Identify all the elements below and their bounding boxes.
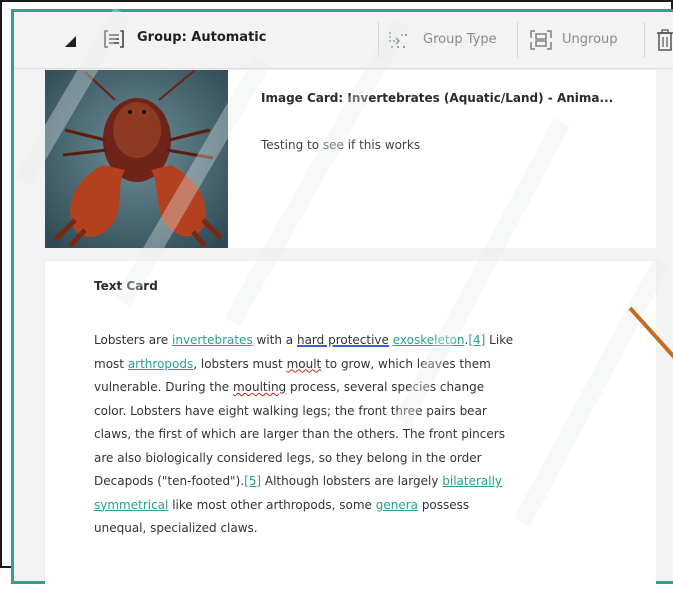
image-card-title: Image Card: Invertebrates (Aquatic/Land)… — [261, 91, 614, 105]
body-line: color. Lobsters have eight walking legs;… — [94, 403, 487, 418]
body-text: Decapods ("ten-footed"). — [94, 474, 245, 488]
link-bilaterally-symmetrical[interactable]: symmetrical — [94, 498, 168, 512]
body-line: Decapods ("ten-footed").[5] Although lob… — [94, 470, 614, 494]
ungroup-icon — [530, 30, 552, 50]
body-line: most arthropods, lobsters must moult to … — [94, 353, 614, 377]
body-text: possess — [418, 497, 470, 512]
trash-icon[interactable] — [656, 29, 673, 51]
reference-link-4[interactable]: [4] — [468, 333, 485, 347]
link-arthropods[interactable]: arthropods — [128, 357, 193, 371]
body-line: symmetrical like most other arthropods, … — [94, 494, 614, 518]
toolbar-divider — [644, 22, 645, 58]
body-line: Lobsters are invertebrates with a hard p… — [94, 329, 614, 353]
link-exoskeleton[interactable]: exoskeleton — [393, 333, 465, 347]
text-card-title: Text Card — [94, 279, 158, 293]
body-text: with a — [252, 333, 297, 347]
group-type-icon — [389, 32, 408, 48]
group-type-button[interactable]: Group Type — [379, 12, 517, 68]
body-text: , lobsters must — [193, 356, 287, 371]
image-card-subtitle: Testing to see if this works — [261, 138, 421, 152]
group-toolbar: Group: Automatic Group Type Ungroup — [14, 12, 673, 69]
spelling-flag-text: moulting — [232, 380, 287, 394]
group-title: Group: Automatic — [137, 30, 267, 45]
lobster-photo — [45, 70, 228, 248]
body-text: to grow, which leaves them — [321, 356, 491, 371]
grammar-flag-text: hard protective — [296, 333, 389, 347]
body-line: vulnerable. During the moulting process,… — [94, 376, 614, 400]
body-line: claws, the first of which are larger tha… — [94, 427, 505, 441]
link-bilaterally-symmetrical[interactable]: bilaterally — [442, 474, 502, 488]
group-type-label: Group Type — [423, 32, 497, 47]
body-text: Like — [485, 333, 514, 347]
body-text: most — [94, 356, 128, 371]
body-text: Although lobsters are largely — [261, 474, 443, 488]
body-line: unequal, specialized claws. — [94, 521, 258, 535]
body-text: Lobsters are — [94, 333, 172, 347]
reference-link-5[interactable]: [5] — [244, 474, 261, 488]
body-text: process, several species change — [286, 380, 485, 394]
body-text: like most other arthropods, some — [168, 497, 376, 512]
link-genera[interactable]: genera — [376, 498, 418, 512]
group-panel: Group: Automatic Group Type Ungroup Imag… — [11, 9, 673, 591]
image-card[interactable]: Image Card: Invertebrates (Aquatic/Land)… — [45, 70, 656, 248]
ungroup-button[interactable]: Ungroup — [518, 12, 644, 68]
text-card[interactable]: Text Card Lobsters are invertebrates wit… — [45, 261, 656, 591]
text-card-body: Lobsters are invertebrates with a hard p… — [94, 329, 614, 541]
link-invertebrates[interactable]: invertebrates — [172, 333, 253, 347]
window-frame: Group: Automatic Group Type Ungroup Imag… — [0, 0, 673, 591]
group-icon — [104, 30, 124, 48]
spelling-flag-text: moult — [286, 356, 322, 371]
body-text: vulnerable. During the — [94, 380, 233, 394]
collapse-caret-icon[interactable] — [65, 36, 76, 47]
ungroup-label: Ungroup — [562, 32, 618, 47]
body-line: are also biologically considered legs, s… — [94, 450, 482, 465]
